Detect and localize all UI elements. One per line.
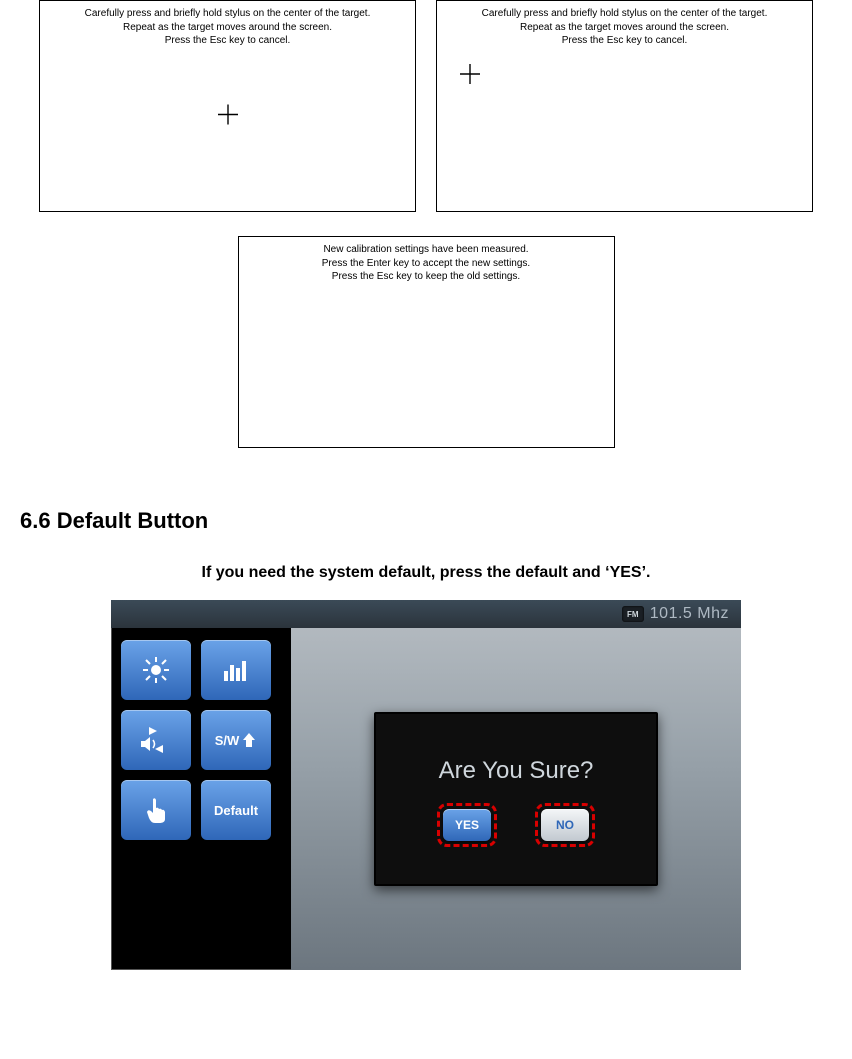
dialog-title: Are You Sure? <box>439 757 594 785</box>
confirm-dialog: Are You Sure? YES NO <box>374 712 658 886</box>
sw-update-label: S/W <box>215 733 240 748</box>
default-button-label: Default <box>214 803 258 818</box>
calibration-target-topleft[interactable] <box>459 63 481 90</box>
no-button-label: NO <box>556 818 574 832</box>
touch-button[interactable] <box>121 780 191 840</box>
dialog-buttons: YES NO <box>443 809 589 841</box>
calibration-target-center[interactable] <box>217 103 239 130</box>
sidebar: S/W Default <box>121 640 281 840</box>
brightness-button[interactable] <box>121 640 191 700</box>
calibration-screen-finished: New calibration settings have been measu… <box>238 236 615 448</box>
volume-icon <box>139 727 173 753</box>
calib-line-2: Repeat as the target moves around the sc… <box>437 21 812 35</box>
up-arrow-icon <box>241 731 257 749</box>
volume-button[interactable] <box>121 710 191 770</box>
calibration-screen-topleft: Carefully press and briefly hold stylus … <box>436 0 813 212</box>
brightness-icon <box>141 655 171 685</box>
equalizer-button[interactable] <box>201 640 271 700</box>
calib-line-2: Repeat as the target moves around the sc… <box>40 21 415 35</box>
calibration-row-1: Carefully press and briefly hold stylus … <box>20 0 832 212</box>
section-heading: 6.6 Default Button <box>20 508 832 534</box>
fm-frequency: 101.5 Mhz <box>650 605 729 623</box>
calib-line-1: Carefully press and briefly hold stylus … <box>437 7 812 21</box>
calibration-instructions: Carefully press and briefly hold stylus … <box>437 1 812 48</box>
calibration-finished-text: New calibration settings have been measu… <box>239 237 614 284</box>
calibration-screen-center: Carefully press and briefly hold stylus … <box>39 0 416 212</box>
status-bar: FM 101.5 Mhz <box>111 600 741 628</box>
device-screenshot: FM 101.5 Mhz Are You Sure? YES NO <box>111 600 741 970</box>
fm-icon: FM <box>622 606 644 622</box>
calib-finish-line-1: New calibration settings have been measu… <box>239 243 614 257</box>
calib-line-3: Press the Esc key to cancel. <box>437 34 812 48</box>
yes-button-label: YES <box>455 818 479 832</box>
calibration-instructions: Carefully press and briefly hold stylus … <box>40 1 415 48</box>
section-subtitle: If you need the system default, press th… <box>20 564 832 582</box>
calib-line-3: Press the Esc key to cancel. <box>40 34 415 48</box>
calibration-row-2: New calibration settings have been measu… <box>20 236 832 448</box>
yes-button[interactable]: YES <box>443 809 491 841</box>
content-area: Are You Sure? YES NO <box>291 628 741 970</box>
calib-finish-line-2: Press the Enter key to accept the new se… <box>239 257 614 271</box>
calib-line-1: Carefully press and briefly hold stylus … <box>40 7 415 21</box>
no-button[interactable]: NO <box>541 809 589 841</box>
default-button[interactable]: Default <box>201 780 271 840</box>
equalizer-icon <box>221 657 251 683</box>
sw-update-button[interactable]: S/W <box>201 710 271 770</box>
touch-icon <box>143 795 169 825</box>
calib-finish-line-3: Press the Esc key to keep the old settin… <box>239 270 614 284</box>
